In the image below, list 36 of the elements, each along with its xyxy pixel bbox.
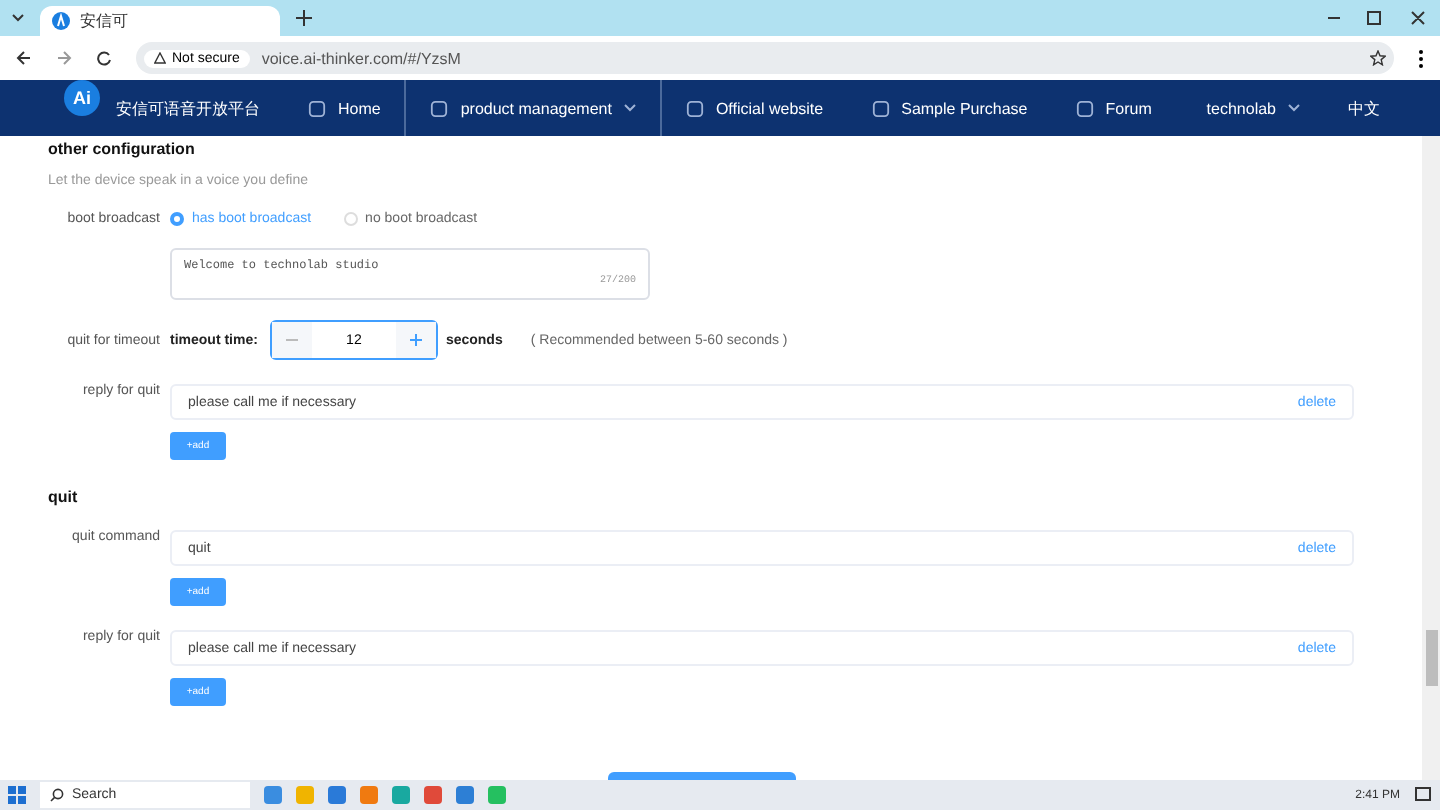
minus-icon: [285, 333, 298, 345]
language-link[interactable]: 中文: [1324, 80, 1404, 136]
caret-icon: [623, 104, 636, 112]
forward-icon[interactable]: [56, 50, 72, 66]
reload-icon[interactable]: [96, 50, 112, 66]
nav-icon: [1075, 99, 1094, 117]
back-icon[interactable]: [16, 50, 32, 66]
nav-link[interactable]: Official website: [661, 80, 848, 136]
user-menu[interactable]: technolab: [1182, 80, 1324, 136]
platform-logo: Ai: [64, 80, 100, 116]
tab-list-caret-icon[interactable]: [12, 14, 24, 22]
nav-icon: [430, 99, 449, 117]
menu-icon[interactable]: [1418, 49, 1424, 67]
window-controls-icon[interactable]: [1328, 10, 1428, 26]
new-tab-icon[interactable]: [296, 10, 312, 26]
site-logo-icon: [52, 12, 70, 30]
caret-icon: [1288, 104, 1300, 112]
nav-icon: [685, 99, 704, 117]
browser-tab[interactable]: 安信可: [40, 5, 280, 37]
bookmark-star-icon[interactable]: [1370, 50, 1386, 66]
nav-link[interactable]: product management: [404, 80, 662, 136]
search-icon: [50, 788, 64, 802]
section-title: other configuration: [48, 140, 197, 158]
nav-link[interactable]: Forum: [1051, 80, 1176, 136]
nav-icon: [871, 99, 890, 117]
platform-name: 安信可语音开放平台: [114, 97, 262, 121]
notification-icon[interactable]: [1414, 786, 1432, 804]
plus-icon: [409, 333, 422, 345]
url-text: voice.ai-thinker.com/#/YzsM: [261, 49, 461, 67]
section-title: quit: [48, 488, 80, 506]
nav-icon: [308, 99, 326, 117]
nav-link[interactable]: Home: [284, 80, 405, 136]
radio-button[interactable]: [170, 212, 184, 226]
start-icon[interactable]: [8, 786, 26, 804]
warning-icon: [154, 52, 166, 64]
nav-link[interactable]: Sample Purchase: [847, 80, 1052, 136]
